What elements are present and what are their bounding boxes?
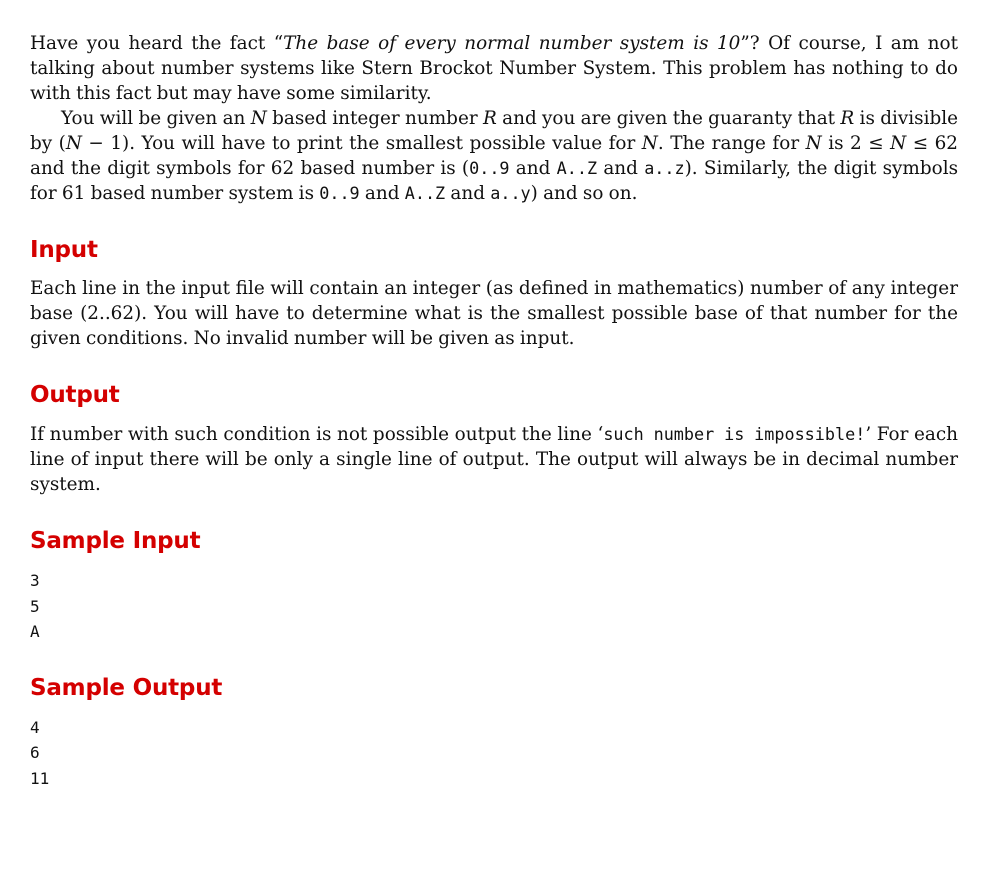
output-heading: Output bbox=[30, 382, 120, 408]
intro-text: and bbox=[359, 183, 405, 204]
math-var-n: N bbox=[641, 133, 658, 154]
output-text: If number with such condition is not pos… bbox=[30, 424, 604, 445]
intro-text: and you are given the guaranty that bbox=[496, 108, 841, 129]
intro-paragraph-1: Have you heard the fact “The base of eve… bbox=[30, 31, 958, 106]
code-digits: 0..9 bbox=[469, 158, 510, 178]
intro-text: − 1). You will have to print the smalles… bbox=[81, 133, 642, 154]
intro-text: . The range for bbox=[657, 133, 806, 154]
intro-text: and bbox=[597, 158, 645, 179]
sample-output-heading: Sample Output bbox=[30, 674, 223, 701]
math-var-n: N bbox=[805, 133, 822, 154]
intro-text: ) and so on. bbox=[530, 183, 638, 204]
intro-text: is 2 ≤ bbox=[821, 133, 891, 154]
input-heading: Input bbox=[30, 237, 98, 263]
math-var-n: N bbox=[65, 133, 82, 154]
intro-text: based integer number bbox=[266, 108, 483, 129]
input-description: Each line in the input file will contain… bbox=[30, 278, 958, 349]
code-lowercase: a..z bbox=[644, 158, 685, 178]
code-uppercase: A..Z bbox=[404, 183, 446, 203]
intro-text: You will be given an bbox=[61, 108, 251, 129]
intro-paragraph-2: You will be given an N based integer num… bbox=[30, 106, 958, 206]
sample-input-heading: Sample Input bbox=[30, 528, 201, 554]
math-var-r: R bbox=[482, 108, 497, 129]
code-digits: 0..9 bbox=[319, 183, 360, 203]
code-uppercase: A..Z bbox=[556, 158, 598, 178]
math-var-n: N bbox=[890, 133, 907, 154]
math-var-r: R bbox=[840, 108, 855, 129]
code-lowercase: a..y bbox=[490, 183, 531, 203]
output-description: If number with such condition is not pos… bbox=[30, 422, 958, 497]
intro-text: and bbox=[509, 158, 557, 179]
sample-output-block: 4 6 11 bbox=[30, 717, 50, 788]
math-var-n: N bbox=[250, 108, 267, 129]
problem-statement: Have you heard the fact “The base of eve… bbox=[30, 31, 958, 791]
quoted-fact: The base of every normal number system i… bbox=[283, 33, 741, 54]
intro-text: Have you heard the fact “ bbox=[30, 33, 284, 54]
intro-text: and bbox=[445, 183, 491, 204]
impossible-message-code: such number is impossible! bbox=[603, 424, 866, 444]
sample-input-block: 3 5 A bbox=[30, 571, 40, 641]
